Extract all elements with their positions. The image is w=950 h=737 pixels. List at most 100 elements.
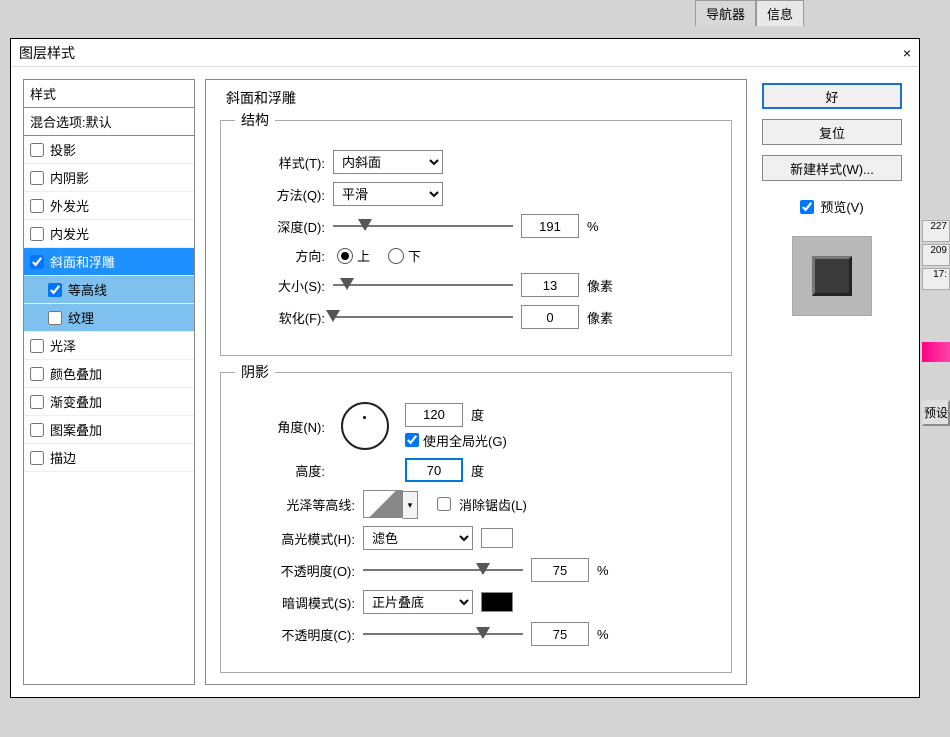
cb-anti-alias[interactable] <box>437 497 451 511</box>
preview-inner <box>812 256 852 296</box>
lbl-gradient-overlay: 渐变叠加 <box>50 392 102 411</box>
technique-label: 方法(Q): <box>235 185 325 204</box>
shadow-opacity-label: 不透明度(C): <box>235 625 355 644</box>
style-outer-glow[interactable]: 外发光 <box>24 192 194 220</box>
lbl-inner-shadow: 内阴影 <box>50 168 89 187</box>
settings-title: 斜面和浮雕 <box>226 88 732 108</box>
cb-inner-shadow[interactable] <box>30 171 44 185</box>
depth-slider[interactable] <box>333 216 513 236</box>
blending-options-row[interactable]: 混合选项:默认 <box>24 108 194 136</box>
size-slider[interactable] <box>333 275 513 295</box>
lbl-outer-glow: 外发光 <box>50 196 89 215</box>
cb-color-overlay[interactable] <box>30 367 44 381</box>
structure-legend: 结构 <box>235 110 275 130</box>
shadow-opacity-slider[interactable] <box>363 624 523 644</box>
angle-unit: 度 <box>471 405 484 424</box>
cb-preview[interactable] <box>800 200 814 214</box>
cb-contour[interactable] <box>48 283 62 297</box>
style-gradient-overlay[interactable]: 渐变叠加 <box>24 388 194 416</box>
layer-style-dialog: 图层样式 × 样式 混合选项:默认 投影 内阴影 外发光 内发光 <box>10 38 920 698</box>
depth-unit: % <box>587 219 599 234</box>
direction-down[interactable]: 下 <box>388 246 421 265</box>
direction-up[interactable]: 上 <box>337 246 370 265</box>
shadow-opacity-unit: % <box>597 627 609 642</box>
dialog-right-column: 好 复位 新建样式(W)... 预览(V) <box>757 79 907 685</box>
styles-header[interactable]: 样式 <box>24 80 194 108</box>
shading-group: 阴影 角度(N): 度 使用全局光(G) <box>220 362 732 673</box>
radio-up-icon <box>337 248 353 264</box>
bg-num-1: 227 <box>922 220 950 242</box>
background-panel-tabs: 导航器 信息 <box>695 0 804 26</box>
tab-navigator[interactable]: 导航器 <box>695 0 756 26</box>
soften-label: 软化(F): <box>235 308 325 327</box>
depth-input[interactable] <box>521 214 579 238</box>
dir-up-label: 上 <box>357 246 370 265</box>
cb-pattern-overlay[interactable] <box>30 423 44 437</box>
shading-legend: 阴影 <box>235 362 275 382</box>
styles-list-panel: 样式 混合选项:默认 投影 内阴影 外发光 内发光 斜面和浮雕 <box>23 79 195 685</box>
ok-button[interactable]: 好 <box>762 83 902 109</box>
close-icon[interactable]: × <box>903 45 911 61</box>
style-inner-shadow[interactable]: 内阴影 <box>24 164 194 192</box>
style-select[interactable]: 内斜面 <box>333 150 443 174</box>
tab-info[interactable]: 信息 <box>756 0 804 26</box>
bg-num-2: 209 <box>922 244 950 266</box>
lbl-inner-glow: 内发光 <box>50 224 89 243</box>
style-pattern-overlay[interactable]: 图案叠加 <box>24 416 194 444</box>
angle-input[interactable] <box>405 403 463 427</box>
style-texture[interactable]: 纹理 <box>24 304 194 332</box>
dir-down-label: 下 <box>408 246 421 265</box>
reset-button[interactable]: 复位 <box>762 119 902 145</box>
soften-unit: 像素 <box>587 308 613 327</box>
cb-satin[interactable] <box>30 339 44 353</box>
depth-label: 深度(D): <box>235 217 325 236</box>
shadow-mode-label: 暗调模式(S): <box>235 593 355 612</box>
lbl-satin: 光泽 <box>50 336 76 355</box>
technique-select[interactable]: 平滑 <box>333 182 443 206</box>
cb-texture[interactable] <box>48 311 62 325</box>
anti-alias-label: 消除锯齿(L) <box>459 495 527 514</box>
shadow-mode-select[interactable]: 正片叠底 <box>363 590 473 614</box>
titlebar: 图层样式 × <box>11 39 919 67</box>
shadow-color-swatch[interactable] <box>481 592 513 612</box>
lbl-bevel-emboss: 斜面和浮雕 <box>50 252 115 271</box>
cb-stroke[interactable] <box>30 451 44 465</box>
style-stroke[interactable]: 描边 <box>24 444 194 472</box>
new-style-button[interactable]: 新建样式(W)... <box>762 155 902 181</box>
bg-gradient-strip <box>922 342 950 362</box>
altitude-unit: 度 <box>471 461 484 480</box>
bg-num-3: 17: <box>922 268 950 290</box>
shadow-opacity-input[interactable] <box>531 622 589 646</box>
soften-input[interactable] <box>521 305 579 329</box>
structure-group: 结构 样式(T): 内斜面 方法(Q): 平滑 深度(D): % 方向: <box>220 110 732 356</box>
bg-preset-button[interactable]: 预设 <box>922 400 950 426</box>
highlight-mode-select[interactable]: 滤色 <box>363 526 473 550</box>
highlight-opacity-input[interactable] <box>531 558 589 582</box>
preview-label: 预览(V) <box>820 197 863 216</box>
cb-gradient-overlay[interactable] <box>30 395 44 409</box>
bg-side-numbers: 227 209 17: <box>922 220 950 362</box>
cb-drop-shadow[interactable] <box>30 143 44 157</box>
style-color-overlay[interactable]: 颜色叠加 <box>24 360 194 388</box>
direction-label: 方向: <box>235 246 325 265</box>
cb-global-light[interactable] <box>405 433 419 447</box>
soften-slider[interactable] <box>333 307 513 327</box>
altitude-input[interactable] <box>405 458 463 482</box>
size-input[interactable] <box>521 273 579 297</box>
angle-dial[interactable] <box>341 402 389 450</box>
highlight-opacity-slider[interactable] <box>363 560 523 580</box>
global-light-label: 使用全局光(G) <box>423 431 507 450</box>
style-drop-shadow[interactable]: 投影 <box>24 136 194 164</box>
style-inner-glow[interactable]: 内发光 <box>24 220 194 248</box>
style-contour[interactable]: 等高线 <box>24 276 194 304</box>
cb-bevel-emboss[interactable] <box>30 255 44 269</box>
angle-label: 角度(N): <box>235 417 325 436</box>
gloss-contour-label: 光泽等高线: <box>235 495 355 514</box>
style-bevel-emboss[interactable]: 斜面和浮雕 <box>24 248 194 276</box>
chevron-down-icon[interactable]: ▾ <box>403 491 418 519</box>
highlight-color-swatch[interactable] <box>481 528 513 548</box>
gloss-contour-picker[interactable]: ▾ <box>363 490 403 518</box>
cb-inner-glow[interactable] <box>30 227 44 241</box>
style-satin[interactable]: 光泽 <box>24 332 194 360</box>
cb-outer-glow[interactable] <box>30 199 44 213</box>
